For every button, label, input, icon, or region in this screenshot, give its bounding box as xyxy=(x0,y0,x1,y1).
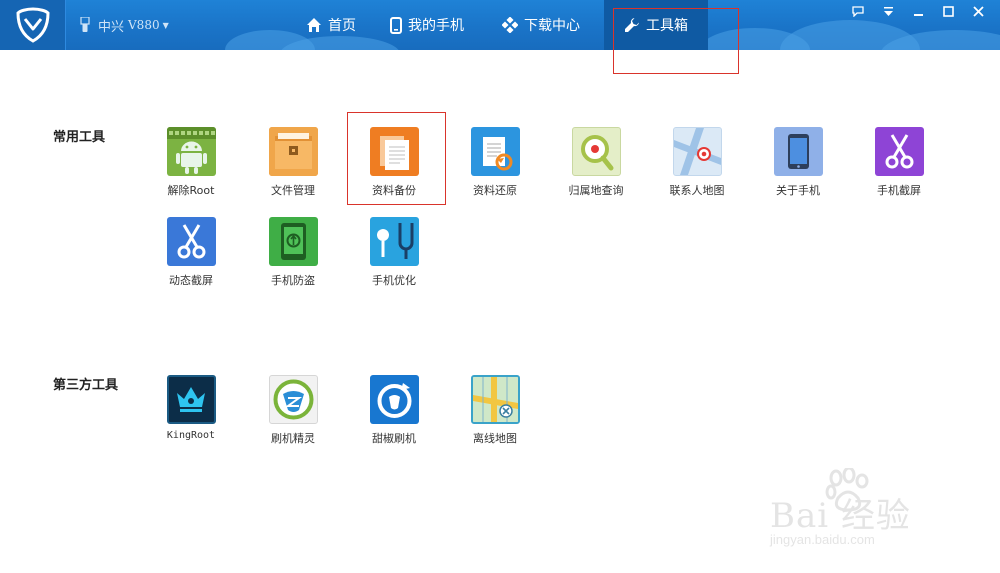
tab-toolbox-label: 工具箱 xyxy=(646,18,688,34)
tool-label: 离线地图 xyxy=(473,432,517,445)
title-bar: 中兴 V880 ▼ 首页 我的手机 下载中心 工具箱 xyxy=(0,0,1000,50)
baidu-watermark: Bai 经验 jingyan.baidu.com xyxy=(766,468,986,558)
tool-file-manager[interactable]: 文件管理 xyxy=(243,127,343,198)
data-restore-icon xyxy=(470,127,520,176)
minimize-icon[interactable] xyxy=(910,3,926,19)
tool-label: 联系人地图 xyxy=(669,184,725,197)
location-lookup-icon xyxy=(571,127,621,176)
tool-label: 甜椒刷机 xyxy=(372,432,416,445)
tool-label: 手机截屏 xyxy=(877,184,921,197)
maximize-icon[interactable] xyxy=(940,3,956,19)
tool-label: 资料备份 xyxy=(372,184,416,197)
tool-label: 手机优化 xyxy=(372,274,416,287)
section-title-common-tools: 常用工具 xyxy=(53,130,106,145)
data-backup-icon xyxy=(369,127,419,176)
tool-offline-map[interactable]: 离线地图 xyxy=(445,375,545,446)
phone-optimize-icon xyxy=(369,217,419,266)
tianjiao-shuaji-icon xyxy=(369,375,419,424)
main-nav: 首页 我的手机 下载中心 工具箱 xyxy=(290,0,708,50)
tab-my-phone-label: 我的手机 xyxy=(408,18,464,34)
close-icon[interactable] xyxy=(970,3,986,19)
tool-location-lookup[interactable]: 归属地查询 xyxy=(546,127,646,198)
contact-map-icon xyxy=(672,127,722,176)
tool-data-backup[interactable]: 资料备份 xyxy=(344,127,444,198)
tool-label: KingRoot xyxy=(166,430,216,441)
feedback-icon[interactable] xyxy=(850,3,866,19)
offline-map-icon xyxy=(470,375,520,424)
about-phone-icon xyxy=(773,127,823,176)
tool-label: 动态截屏 xyxy=(169,274,213,287)
anti-theft-icon xyxy=(268,217,318,266)
menu-icon[interactable] xyxy=(880,3,896,19)
device-name: 中兴 xyxy=(98,19,125,35)
watermark-url: jingyan.baidu.com xyxy=(770,532,875,547)
android-unroot-icon xyxy=(166,127,216,176)
section-title-third-party-tools: 第三方工具 xyxy=(53,378,119,393)
tool-label: 关于手机 xyxy=(776,184,820,197)
tool-anti-theft[interactable]: 手机防盗 xyxy=(243,217,343,288)
tab-download-center[interactable]: 下载中心 xyxy=(486,0,604,50)
tab-toolbox[interactable]: 工具箱 xyxy=(604,0,708,50)
watermark-brand: Bai 经验 xyxy=(770,496,911,536)
download-center-icon xyxy=(502,17,518,33)
shield-logo-icon xyxy=(16,7,50,43)
window-controls xyxy=(850,3,986,19)
tool-phone-screenshot[interactable]: 手机截屏 xyxy=(849,127,949,198)
home-icon xyxy=(306,17,322,33)
tool-label: 解除Root xyxy=(167,184,215,197)
kingroot-icon xyxy=(166,375,216,424)
wrench-icon xyxy=(624,17,640,33)
tool-dynamic-screenshot[interactable]: 动态截屏 xyxy=(141,217,241,288)
tool-label: 资料还原 xyxy=(473,184,517,197)
tool-tianjiao-shuaji[interactable]: 甜椒刷机 xyxy=(344,375,444,446)
tool-shuaji-jingling[interactable]: 刷机精灵 xyxy=(243,375,343,446)
file-manager-icon xyxy=(268,127,318,176)
device-selector[interactable]: 中兴 V880 ▼ xyxy=(80,15,169,35)
tool-kingroot[interactable]: KingRoot xyxy=(141,375,241,441)
shuaji-jingling-icon xyxy=(268,375,318,424)
tool-contact-map[interactable]: 联系人地图 xyxy=(647,127,747,198)
device-model: V880 xyxy=(128,18,160,32)
tab-download-center-label: 下载中心 xyxy=(524,18,580,34)
tab-my-phone[interactable]: 我的手机 xyxy=(374,0,486,50)
usb-icon xyxy=(80,17,90,32)
tool-phone-optimize[interactable]: 手机优化 xyxy=(344,217,444,288)
tab-home-label: 首页 xyxy=(328,18,356,34)
tool-label: 归属地查询 xyxy=(568,184,624,197)
phone-screenshot-icon xyxy=(874,127,924,176)
chevron-down-icon: ▼ xyxy=(162,20,169,30)
tool-about-phone[interactable]: 关于手机 xyxy=(748,127,848,198)
tool-label: 文件管理 xyxy=(271,184,315,197)
phone-icon xyxy=(390,16,402,34)
tool-unroot[interactable]: 解除Root xyxy=(141,127,241,198)
tool-label: 手机防盗 xyxy=(271,274,315,287)
app-logo[interactable] xyxy=(0,0,66,50)
tool-label: 刷机精灵 xyxy=(271,432,315,445)
dynamic-screenshot-icon xyxy=(166,217,216,266)
tool-data-restore[interactable]: 资料还原 xyxy=(445,127,545,198)
tab-home[interactable]: 首页 xyxy=(290,0,374,50)
